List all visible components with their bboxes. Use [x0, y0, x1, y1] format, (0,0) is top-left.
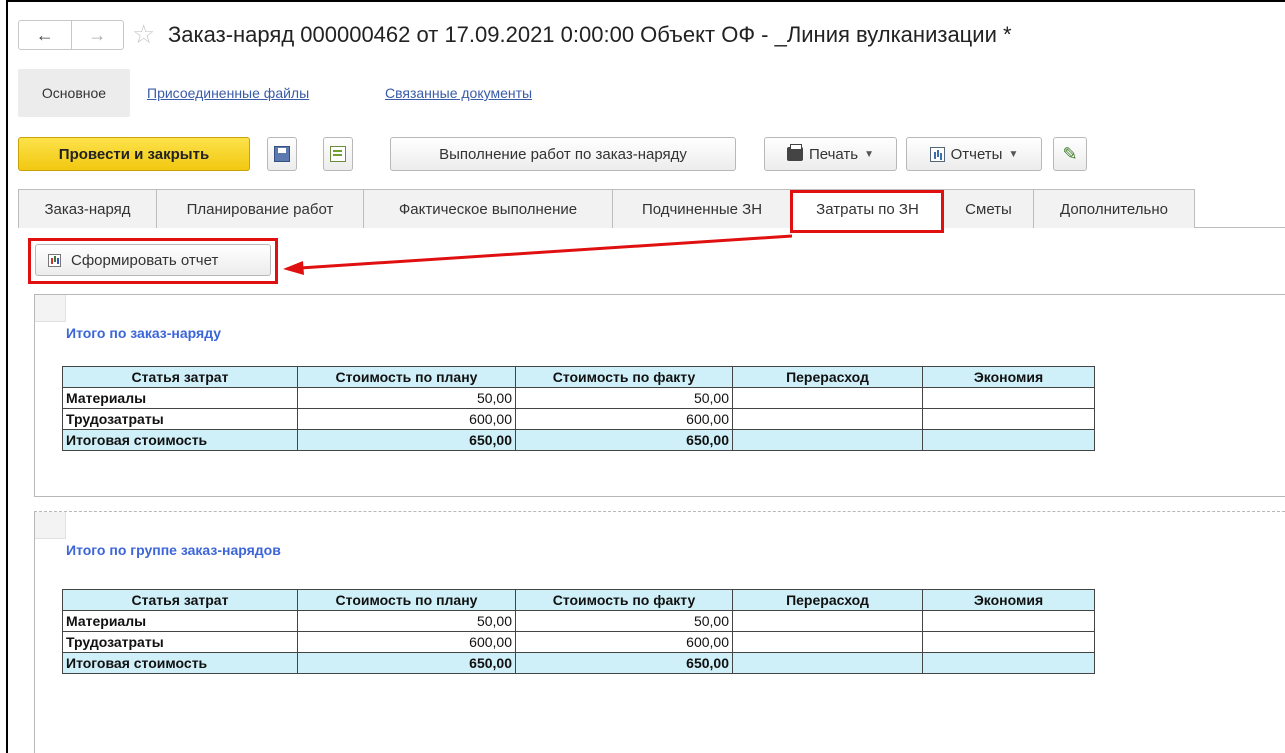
tab-order-costs[interactable]: Затраты по ЗН [791, 189, 944, 229]
plan-cost: 50,00 [297, 387, 516, 409]
actual-cost: 600,00 [515, 631, 733, 653]
arrow-left-icon: ← [35, 24, 54, 45]
overspend [732, 408, 923, 430]
save-icon [274, 146, 290, 162]
savings [922, 652, 1095, 674]
tab-additional[interactable]: Дополнительно [1033, 189, 1195, 228]
print-button[interactable]: Печать ▼ [764, 137, 897, 171]
section-related-documents[interactable]: Связанные документы [385, 69, 532, 117]
plan-cost: 650,00 [297, 429, 516, 451]
sheet-corner [35, 512, 66, 539]
tab-subordinate-orders[interactable]: Подчиненные ЗН [612, 189, 792, 228]
report-chart-icon [48, 253, 61, 267]
savings [922, 387, 1095, 409]
cost-item: Итоговая стоимость [62, 429, 298, 451]
cost-item: Материалы [62, 610, 298, 632]
execute-works-button[interactable]: Выполнение работ по заказ-наряду [390, 137, 736, 171]
table-row: Трудозатраты 600,00 600,00 [62, 631, 1095, 653]
report-title: Итого по заказ-наряду [66, 325, 222, 341]
column-header: Стоимость по факту [515, 366, 733, 388]
post-and-close-label: Провести и закрыть [58, 145, 210, 163]
table-header-row: Статья затрат Стоимость по плану Стоимос… [62, 589, 1095, 611]
column-header: Стоимость по плану [297, 366, 516, 388]
tab-actual-execution[interactable]: Фактическое выполнение [363, 189, 613, 228]
table-header-row: Статья затрат Стоимость по плану Стоимос… [62, 366, 1095, 388]
post-button[interactable] [323, 137, 353, 171]
chevron-down-icon: ▼ [864, 148, 875, 160]
plan-cost: 650,00 [297, 652, 516, 674]
cost-item: Итоговая стоимость [62, 652, 298, 674]
overspend [732, 387, 923, 409]
back-button[interactable]: ← [19, 21, 71, 49]
plan-cost: 50,00 [297, 610, 516, 632]
savings [922, 408, 1095, 430]
cost-item: Трудозатраты [62, 408, 298, 430]
reports-button[interactable]: Отчеты ▼ [906, 137, 1042, 171]
cost-table: Статья затрат Стоимость по плану Стоимос… [62, 366, 1095, 451]
actual-cost: 600,00 [515, 408, 733, 430]
chevron-down-icon: ▼ [1008, 148, 1019, 160]
savings [922, 610, 1095, 632]
overspend [732, 610, 923, 632]
window-frame-top [6, 0, 1285, 2]
column-header: Перерасход [732, 366, 923, 388]
tab-estimates[interactable]: Сметы [943, 189, 1034, 228]
overspend [732, 429, 923, 451]
actual-cost: 650,00 [515, 652, 733, 674]
report-title: Итого по группе заказ-нарядов [66, 542, 281, 558]
arrow-right-icon: → [88, 24, 107, 45]
tab-order[interactable]: Заказ-наряд [18, 189, 157, 228]
print-label: Печать [808, 145, 859, 163]
reports-label: Отчеты [950, 145, 1003, 163]
printer-icon [786, 144, 803, 161]
pen-icon: ✎ [1062, 143, 1078, 164]
execute-works-label: Выполнение работ по заказ-наряду [439, 145, 687, 163]
column-header: Экономия [922, 589, 1095, 611]
overspend [732, 652, 923, 674]
actual-cost: 50,00 [515, 610, 733, 632]
column-header: Стоимость по плану [297, 589, 516, 611]
window-title: Заказ-наряд 000000462 от 17.09.2021 0:00… [168, 22, 1012, 47]
table-row: Материалы 50,00 50,00 [62, 387, 1095, 409]
cost-item: Трудозатраты [62, 631, 298, 653]
report-panel-order: Итого по заказ-наряду Статья затрат Стои… [34, 294, 1285, 497]
table-total-row: Итоговая стоимость 650,00 650,00 [62, 652, 1095, 674]
actual-cost: 650,00 [515, 429, 733, 451]
table-row: Материалы 50,00 50,00 [62, 610, 1095, 632]
generate-report-button[interactable]: Сформировать отчет [35, 244, 271, 276]
overspend [732, 631, 923, 653]
table-total-row: Итоговая стоимость 650,00 650,00 [62, 429, 1095, 451]
report-panel-group: Итого по группе заказ-нарядов Статья зат… [34, 511, 1285, 753]
post-document-icon [330, 146, 346, 162]
save-button[interactable] [267, 137, 297, 171]
cost-item: Материалы [62, 387, 298, 409]
section-main[interactable]: Основное [18, 69, 130, 117]
actual-cost: 50,00 [515, 387, 733, 409]
plan-cost: 600,00 [297, 631, 516, 653]
table-row: Трудозатраты 600,00 600,00 [62, 408, 1095, 430]
column-header: Стоимость по факту [515, 589, 733, 611]
tab-work-planning[interactable]: Планирование работ [156, 189, 364, 228]
savings [922, 429, 1095, 451]
window-frame-left [6, 0, 8, 753]
forward-button[interactable]: → [70, 21, 124, 49]
column-header: Экономия [922, 366, 1095, 388]
cost-table: Статья затрат Стоимость по плану Стоимос… [62, 589, 1095, 674]
savings [922, 631, 1095, 653]
edit-button[interactable]: ✎ [1053, 137, 1087, 171]
history-navigation: ← → [18, 20, 124, 50]
star-icon[interactable]: ☆ [132, 21, 155, 47]
generate-report-label: Сформировать отчет [71, 251, 219, 269]
sheet-corner [35, 295, 66, 322]
post-and-close-button[interactable]: Провести и закрыть [18, 137, 250, 171]
section-attached-files[interactable]: Присоединенные файлы [147, 69, 309, 117]
column-header: Статья затрат [62, 366, 298, 388]
plan-cost: 600,00 [297, 408, 516, 430]
report-icon [929, 146, 945, 162]
column-header: Перерасход [732, 589, 923, 611]
column-header: Статья затрат [62, 589, 298, 611]
